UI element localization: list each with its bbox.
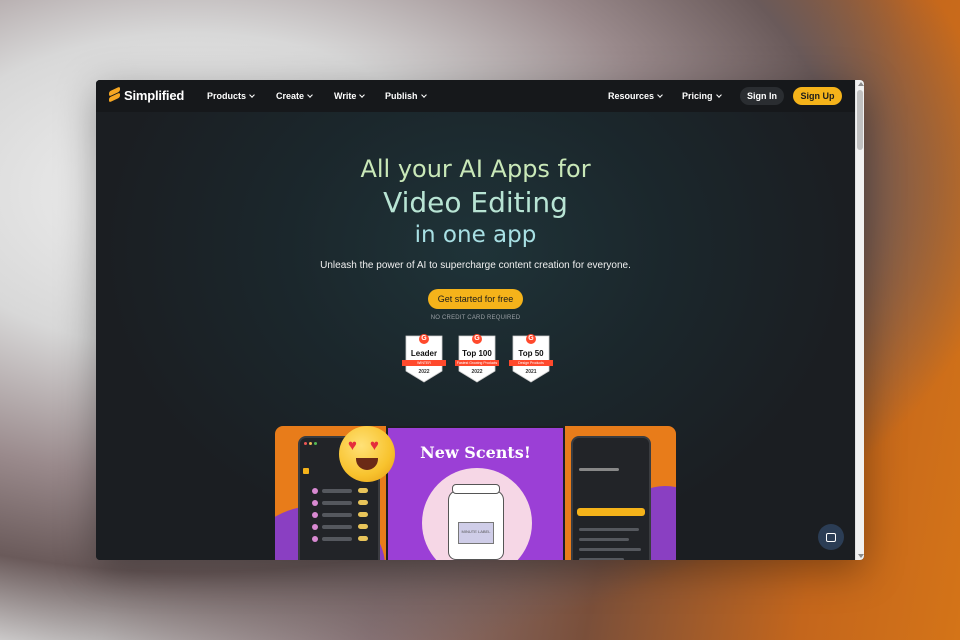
nav-item-resources[interactable]: Resources bbox=[608, 91, 663, 101]
nav-item-publish[interactable]: Publish bbox=[385, 91, 427, 101]
g2-badge-top-100: G Top 100 Fastest Growing Products 2022 bbox=[455, 333, 499, 383]
nav-item-write[interactable]: Write bbox=[334, 91, 366, 101]
logo-mark-icon bbox=[108, 86, 121, 103]
chevron-down-icon bbox=[249, 91, 255, 98]
badge-ribbon: Design Products bbox=[509, 360, 553, 366]
hero-heading-line-1: All your AI Apps for bbox=[360, 155, 591, 183]
badge-year: 2022 bbox=[471, 369, 483, 375]
badge-year: 2021 bbox=[525, 369, 537, 375]
badge-ribbon: WINTER bbox=[402, 360, 446, 366]
chevron-down-icon bbox=[657, 91, 663, 98]
no-credit-card-note: NO CREDIT CARD REQUIRED bbox=[430, 315, 521, 321]
g2-logo-icon: G bbox=[419, 334, 429, 344]
chevron-down-icon bbox=[359, 91, 366, 98]
chevron-down-icon bbox=[420, 91, 427, 98]
nav-item-label: Create bbox=[276, 91, 305, 101]
scrollbar-thumb[interactable] bbox=[857, 90, 863, 150]
page-content: Simplified Products Create Write Publish… bbox=[96, 80, 855, 560]
nav-item-label: Write bbox=[334, 91, 357, 101]
vertical-scrollbar[interactable] bbox=[855, 80, 864, 560]
g2-logo-icon: G bbox=[472, 334, 482, 344]
chevron-down-icon bbox=[715, 91, 722, 98]
hero-heading-line-2: Video Editing bbox=[383, 186, 568, 219]
browser-window: Simplified Products Create Write Publish… bbox=[96, 80, 864, 560]
app-screen-right bbox=[571, 436, 651, 560]
chat-icon bbox=[826, 532, 836, 542]
top-navbar: Simplified Products Create Write Publish… bbox=[96, 80, 855, 112]
g2-badge-leader: G Leader WINTER 2022 bbox=[402, 333, 446, 383]
badge-ribbon: Fastest Growing Products bbox=[455, 360, 499, 366]
badge-title: Leader bbox=[410, 349, 438, 358]
candle-lid-icon bbox=[452, 484, 500, 494]
nav-item-label: Resources bbox=[608, 91, 655, 101]
badge-year: 2022 bbox=[418, 369, 430, 375]
brand-logo[interactable]: Simplified bbox=[108, 86, 185, 103]
sign-up-button[interactable]: Sign Up bbox=[793, 87, 842, 105]
badge-title: Top 50 bbox=[518, 349, 544, 358]
heart-eyes-emoji-icon: ♥ ♥ bbox=[339, 426, 395, 482]
nav-item-products[interactable]: Products bbox=[207, 91, 255, 101]
badge-title: Top 100 bbox=[462, 349, 492, 358]
hero-heading-line-3: in one app bbox=[414, 222, 537, 248]
hero-subtitle: Unleash the power of AI to supercharge c… bbox=[320, 260, 631, 271]
nav-item-label: Pricing bbox=[682, 91, 713, 101]
chat-widget-button[interactable] bbox=[818, 524, 844, 550]
nav-item-pricing[interactable]: Pricing bbox=[682, 91, 722, 101]
poster-title: New Scents! bbox=[420, 443, 531, 462]
nav-item-label: Publish bbox=[385, 91, 418, 101]
chevron-down-icon bbox=[307, 91, 313, 98]
brand-name: Simplified bbox=[124, 88, 185, 103]
scroll-down-arrow-icon[interactable] bbox=[858, 554, 864, 558]
g2-logo-icon: G bbox=[526, 334, 536, 344]
poster-preview: New Scents! MINUTE LABEL bbox=[386, 426, 565, 560]
g2-badge-top-50: G Top 50 Design Products 2021 bbox=[509, 333, 553, 383]
nav-item-label: Products bbox=[207, 91, 247, 101]
sign-in-button[interactable]: Sign In bbox=[740, 87, 784, 105]
nav-item-create[interactable]: Create bbox=[276, 91, 313, 101]
jar-label: MINUTE LABEL bbox=[458, 522, 494, 544]
get-started-button[interactable]: Get started for free bbox=[428, 289, 523, 309]
product-showcase-image: New Scents! MINUTE LABEL ♥ ♥ bbox=[275, 426, 676, 560]
scroll-up-arrow-icon[interactable] bbox=[858, 82, 864, 86]
